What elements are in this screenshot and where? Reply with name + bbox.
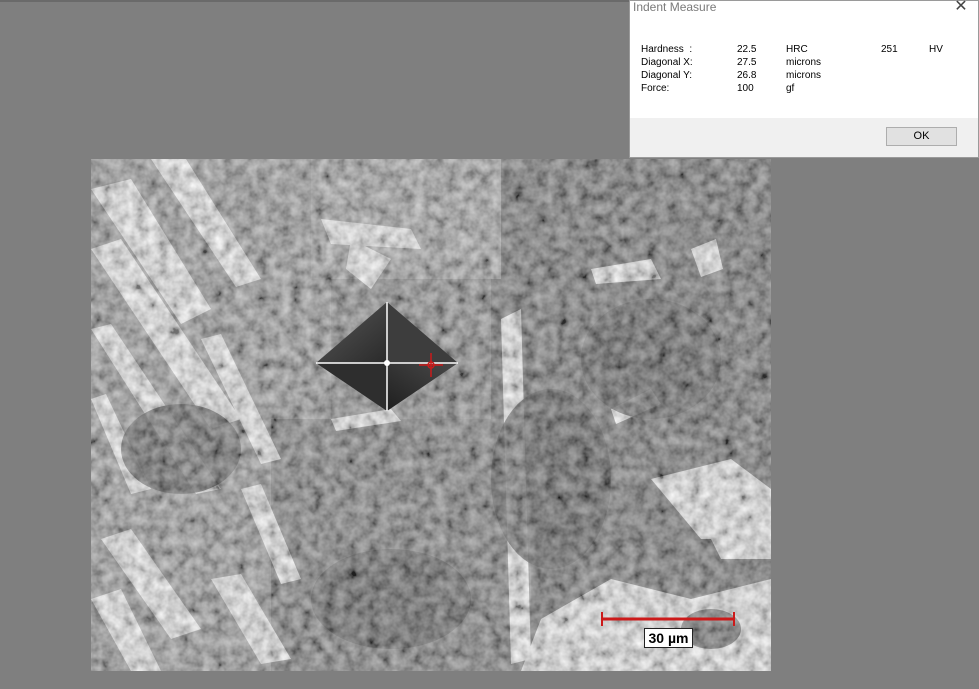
diagonal-y-unit: microns (786, 70, 822, 81)
diagonal-x-unit: microns (786, 57, 822, 68)
diagonal-y-label: Diagonal Y: (641, 70, 692, 81)
hardness-hv-value: 251 (881, 44, 898, 55)
diagonal-x-value: 27.5 (737, 57, 757, 68)
hardness-hrc-value: 22.5 (737, 44, 757, 55)
force-value: 100 (737, 83, 754, 94)
force-label: Force: (641, 83, 670, 94)
diagonal-x-row: Diagonal X: 27.5 microns (641, 57, 961, 70)
diagonal-y-value: 26.8 (737, 70, 757, 81)
micrograph-image[interactable] (91, 159, 771, 671)
diagonal-x-label: Diagonal X: (641, 57, 693, 68)
scale-bar-label: 30 µm (644, 628, 693, 648)
hardness-hrc-unit: HRC (786, 44, 808, 55)
dialog-footer: OK (630, 118, 978, 157)
force-row: Force: 100 gf (641, 83, 961, 96)
indent-measure-dialog: Indent Measure ✕ Hardness : 22.5 HRC 251… (629, 0, 979, 158)
hardness-label: Hardness : (641, 44, 693, 55)
diagonal-y-row: Diagonal Y: 26.8 microns (641, 70, 961, 83)
close-icon: ✕ (954, 0, 968, 15)
ok-button[interactable]: OK (886, 127, 957, 146)
close-button[interactable]: ✕ (950, 0, 972, 16)
dialog-title: Indent Measure (633, 0, 717, 14)
micrograph-texture (91, 159, 771, 671)
hardness-row: Hardness : 22.5 HRC 251 HV (641, 44, 961, 57)
hardness-hv-unit: HV (929, 44, 943, 55)
force-unit: gf (786, 83, 795, 94)
